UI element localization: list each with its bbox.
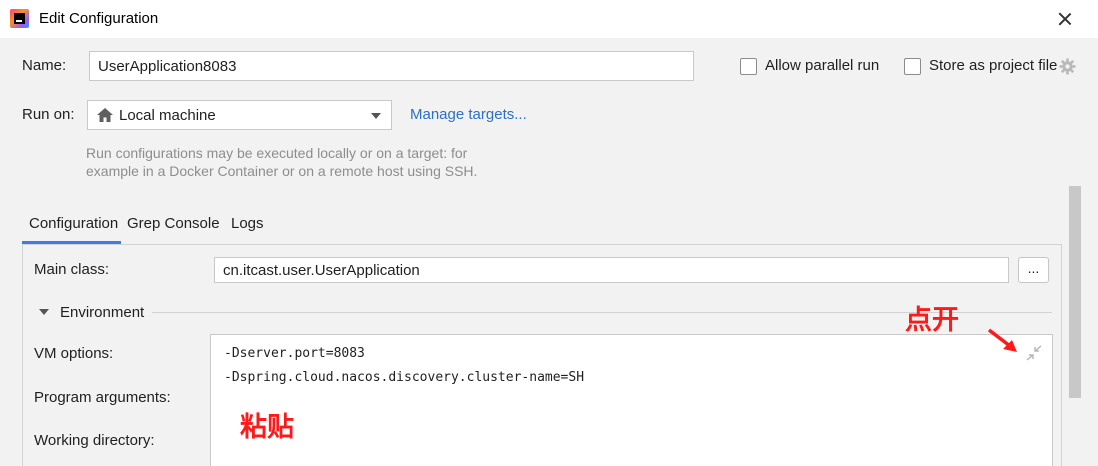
- tab-grep-console[interactable]: Grep Console: [127, 215, 220, 232]
- active-tab-indicator: [22, 241, 121, 244]
- working-directory-label: Working directory:: [34, 432, 155, 449]
- run-on-label: Run on:: [22, 106, 75, 123]
- run-on-selected-value: Local machine: [119, 106, 216, 124]
- annotation-open-hint: 点开: [905, 305, 959, 336]
- run-on-hint-line-1: Run configurations may be executed local…: [86, 145, 468, 161]
- environment-collapse-icon[interactable]: [39, 309, 49, 315]
- allow-parallel-run-checkbox[interactable]: [740, 58, 757, 75]
- vm-options-label: VM options:: [34, 345, 114, 362]
- close-icon[interactable]: [1052, 6, 1078, 32]
- gear-icon[interactable]: [1059, 58, 1076, 75]
- vm-option-line: -Dserver.port=8083: [224, 346, 365, 361]
- scrollbar-thumb[interactable]: [1069, 186, 1081, 398]
- name-input[interactable]: UserApplication8083: [89, 51, 694, 81]
- collapse-editor-icon[interactable]: [1025, 345, 1043, 361]
- store-as-project-file-label: Store as project file: [929, 57, 1058, 74]
- run-on-hint-line-2: example in a Docker Container or on a re…: [86, 163, 478, 179]
- red-arrow-icon: [987, 328, 1017, 352]
- browse-main-class-button[interactable]: ...: [1018, 257, 1049, 283]
- tab-configuration[interactable]: Configuration: [29, 215, 118, 232]
- tab-logs[interactable]: Logs: [231, 215, 264, 232]
- main-class-label: Main class:: [34, 261, 110, 278]
- allow-parallel-run-label: Allow parallel run: [765, 57, 880, 74]
- store-as-project-file-checkbox[interactable]: [904, 58, 921, 75]
- main-class-input[interactable]: cn.itcast.user.UserApplication: [214, 257, 1009, 283]
- program-arguments-label: Program arguments:: [34, 389, 171, 406]
- chevron-down-icon: [371, 113, 381, 119]
- title-bar: Edit Configuration: [0, 0, 1098, 38]
- name-label: Name:: [22, 57, 67, 74]
- intellij-app-icon: [10, 9, 29, 28]
- edit-configuration-dialog: Edit Configuration Name: UserApplication…: [0, 0, 1098, 466]
- run-on-dropdown[interactable]: Local machine: [87, 100, 392, 130]
- environment-section-label[interactable]: Environment: [60, 304, 144, 321]
- vm-option-line: -Dspring.cloud.nacos.discovery.cluster-n…: [224, 370, 585, 385]
- manage-targets-link[interactable]: Manage targets...: [410, 106, 527, 123]
- window-title: Edit Configuration: [39, 10, 159, 27]
- home-icon: [97, 108, 113, 122]
- annotation-paste-hint: 粘贴: [240, 412, 294, 443]
